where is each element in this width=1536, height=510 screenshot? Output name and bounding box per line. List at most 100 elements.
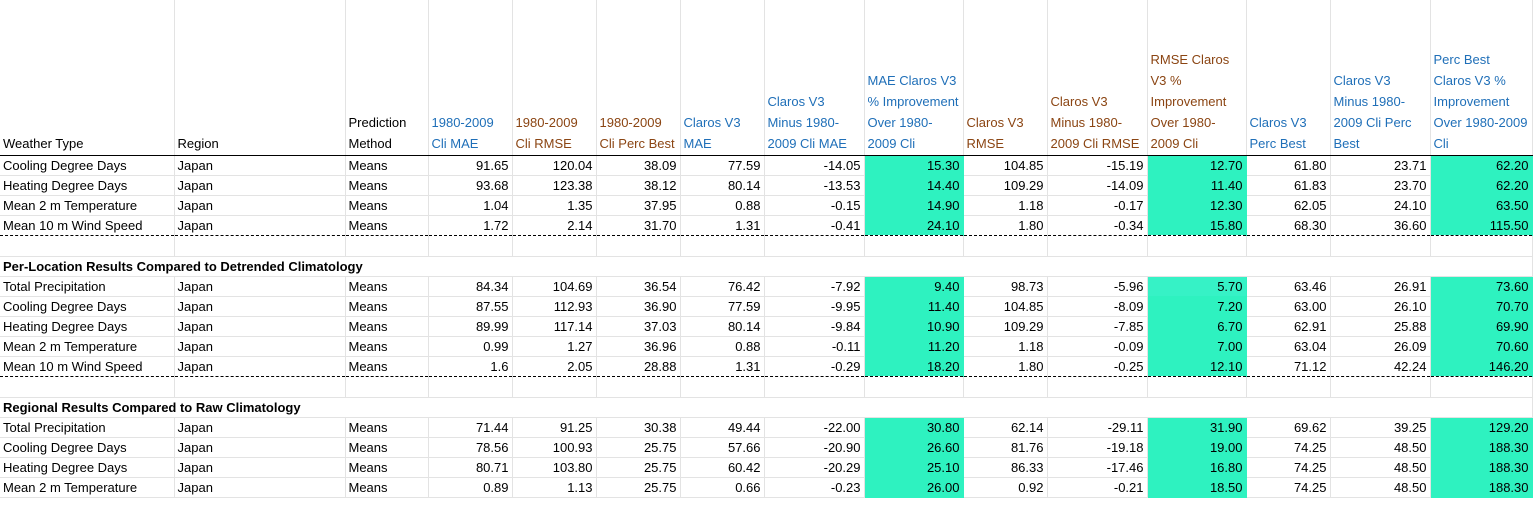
value-cell[interactable]: 16.80 xyxy=(1147,457,1247,478)
value-cell[interactable]: 129.20 xyxy=(1430,417,1533,438)
value-cell[interactable]: -0.29 xyxy=(764,356,865,377)
empty-cell[interactable] xyxy=(345,376,429,398)
value-cell[interactable]: 36.90 xyxy=(596,296,681,317)
value-cell[interactable]: 24.10 xyxy=(1330,195,1431,216)
value-cell[interactable]: 38.12 xyxy=(596,175,681,196)
label-cell[interactable]: Japan xyxy=(174,457,346,478)
value-cell[interactable]: 0.92 xyxy=(962,477,1048,498)
column-header[interactable]: Perc Best Claros V3 % Improvement Over 1… xyxy=(1430,0,1533,156)
value-cell[interactable]: -20.90 xyxy=(764,437,865,458)
value-cell[interactable]: 38.09 xyxy=(596,155,681,176)
section-title[interactable]: Per-Location Results Compared to Detrend… xyxy=(0,256,1533,277)
label-cell[interactable]: Means xyxy=(345,296,429,317)
label-cell[interactable]: Means xyxy=(345,356,429,377)
value-cell[interactable]: 0.66 xyxy=(679,477,765,498)
label-cell[interactable]: Means xyxy=(345,276,429,297)
value-cell[interactable]: 60.42 xyxy=(679,457,765,478)
empty-cell[interactable] xyxy=(1330,235,1431,257)
value-cell[interactable]: 91.65 xyxy=(427,155,513,176)
value-cell[interactable]: 0.89 xyxy=(427,477,513,498)
value-cell[interactable]: 63.00 xyxy=(1245,296,1331,317)
value-cell[interactable]: -9.95 xyxy=(764,296,865,317)
value-cell[interactable]: 57.66 xyxy=(679,437,765,458)
value-cell[interactable]: 11.40 xyxy=(864,296,964,317)
value-cell[interactable]: 74.25 xyxy=(1245,457,1331,478)
column-header[interactable]: Weather Type xyxy=(0,0,175,156)
value-cell[interactable]: 25.88 xyxy=(1330,316,1431,337)
value-cell[interactable]: -20.29 xyxy=(764,457,865,478)
empty-cell[interactable] xyxy=(1430,235,1533,257)
value-cell[interactable]: 89.99 xyxy=(427,316,513,337)
label-cell[interactable]: Means xyxy=(345,195,429,216)
value-cell[interactable]: 2.14 xyxy=(512,215,597,236)
label-cell[interactable]: Japan xyxy=(174,175,346,196)
value-cell[interactable]: 1.04 xyxy=(427,195,513,216)
value-cell[interactable]: 1.18 xyxy=(962,195,1048,216)
value-cell[interactable]: -17.46 xyxy=(1047,457,1148,478)
value-cell[interactable]: 15.30 xyxy=(864,155,964,176)
empty-cell[interactable] xyxy=(428,376,513,398)
value-cell[interactable]: 74.25 xyxy=(1245,437,1331,458)
value-cell[interactable]: 188.30 xyxy=(1430,477,1533,498)
column-header[interactable]: Region xyxy=(174,0,346,156)
label-cell[interactable]: Japan xyxy=(174,215,346,236)
empty-cell[interactable] xyxy=(1430,376,1533,398)
section-title[interactable]: Regional Results Compared to Raw Climato… xyxy=(0,397,1533,418)
value-cell[interactable]: 61.80 xyxy=(1245,155,1331,176)
label-cell[interactable]: Means xyxy=(345,155,429,176)
value-cell[interactable]: 103.80 xyxy=(512,457,597,478)
label-cell[interactable]: Japan xyxy=(174,336,346,357)
value-cell[interactable]: 104.85 xyxy=(962,296,1048,317)
value-cell[interactable]: 23.70 xyxy=(1330,175,1431,196)
value-cell[interactable]: -14.09 xyxy=(1047,175,1148,196)
value-cell[interactable]: 0.88 xyxy=(679,195,765,216)
value-cell[interactable]: -0.34 xyxy=(1047,215,1148,236)
value-cell[interactable]: -7.85 xyxy=(1047,316,1148,337)
value-cell[interactable]: 80.14 xyxy=(679,316,765,337)
value-cell[interactable]: 98.73 xyxy=(962,276,1048,297)
value-cell[interactable]: 1.31 xyxy=(679,215,765,236)
empty-cell[interactable] xyxy=(596,235,681,257)
value-cell[interactable]: 31.70 xyxy=(596,215,681,236)
value-cell[interactable]: 120.04 xyxy=(512,155,597,176)
empty-cell[interactable] xyxy=(512,235,597,257)
label-cell[interactable]: Japan xyxy=(174,276,346,297)
value-cell[interactable]: -0.15 xyxy=(764,195,865,216)
label-cell[interactable]: Mean 10 m Wind Speed xyxy=(0,356,175,377)
value-cell[interactable]: 42.24 xyxy=(1330,356,1431,377)
value-cell[interactable]: 25.75 xyxy=(596,437,681,458)
column-header[interactable]: Claros V3 Perc Best xyxy=(1245,0,1331,156)
empty-cell[interactable] xyxy=(1246,376,1331,398)
value-cell[interactable]: 91.25 xyxy=(512,417,597,438)
value-cell[interactable]: 73.60 xyxy=(1430,276,1533,297)
value-cell[interactable]: 10.90 xyxy=(864,316,964,337)
value-cell[interactable]: 7.20 xyxy=(1147,296,1247,317)
value-cell[interactable]: 188.30 xyxy=(1430,437,1533,458)
label-cell[interactable]: Means xyxy=(345,477,429,498)
value-cell[interactable]: 80.14 xyxy=(679,175,765,196)
value-cell[interactable]: -0.41 xyxy=(764,215,865,236)
column-header[interactable]: Prediction Method xyxy=(345,0,429,156)
empty-cell[interactable] xyxy=(345,235,429,257)
label-cell[interactable]: Means xyxy=(345,417,429,438)
value-cell[interactable]: 78.56 xyxy=(427,437,513,458)
label-cell[interactable]: Japan xyxy=(174,477,346,498)
value-cell[interactable]: 80.71 xyxy=(427,457,513,478)
value-cell[interactable]: 26.60 xyxy=(864,437,964,458)
column-header[interactable]: Claros V3 Minus 1980-2009 Cli Perc Best xyxy=(1330,0,1431,156)
label-cell[interactable]: Heating Degree Days xyxy=(0,316,175,337)
empty-cell[interactable] xyxy=(0,376,175,398)
value-cell[interactable]: 62.14 xyxy=(962,417,1048,438)
value-cell[interactable]: 1.80 xyxy=(962,356,1048,377)
value-cell[interactable]: 68.30 xyxy=(1245,215,1331,236)
value-cell[interactable]: 93.68 xyxy=(427,175,513,196)
empty-cell[interactable] xyxy=(1147,235,1247,257)
empty-cell[interactable] xyxy=(428,235,513,257)
empty-cell[interactable] xyxy=(596,376,681,398)
label-cell[interactable]: Mean 2 m Temperature xyxy=(0,336,175,357)
value-cell[interactable]: 84.34 xyxy=(427,276,513,297)
value-cell[interactable]: 31.90 xyxy=(1147,417,1247,438)
value-cell[interactable]: 26.00 xyxy=(864,477,964,498)
value-cell[interactable]: 63.50 xyxy=(1430,195,1533,216)
value-cell[interactable]: 14.40 xyxy=(864,175,964,196)
